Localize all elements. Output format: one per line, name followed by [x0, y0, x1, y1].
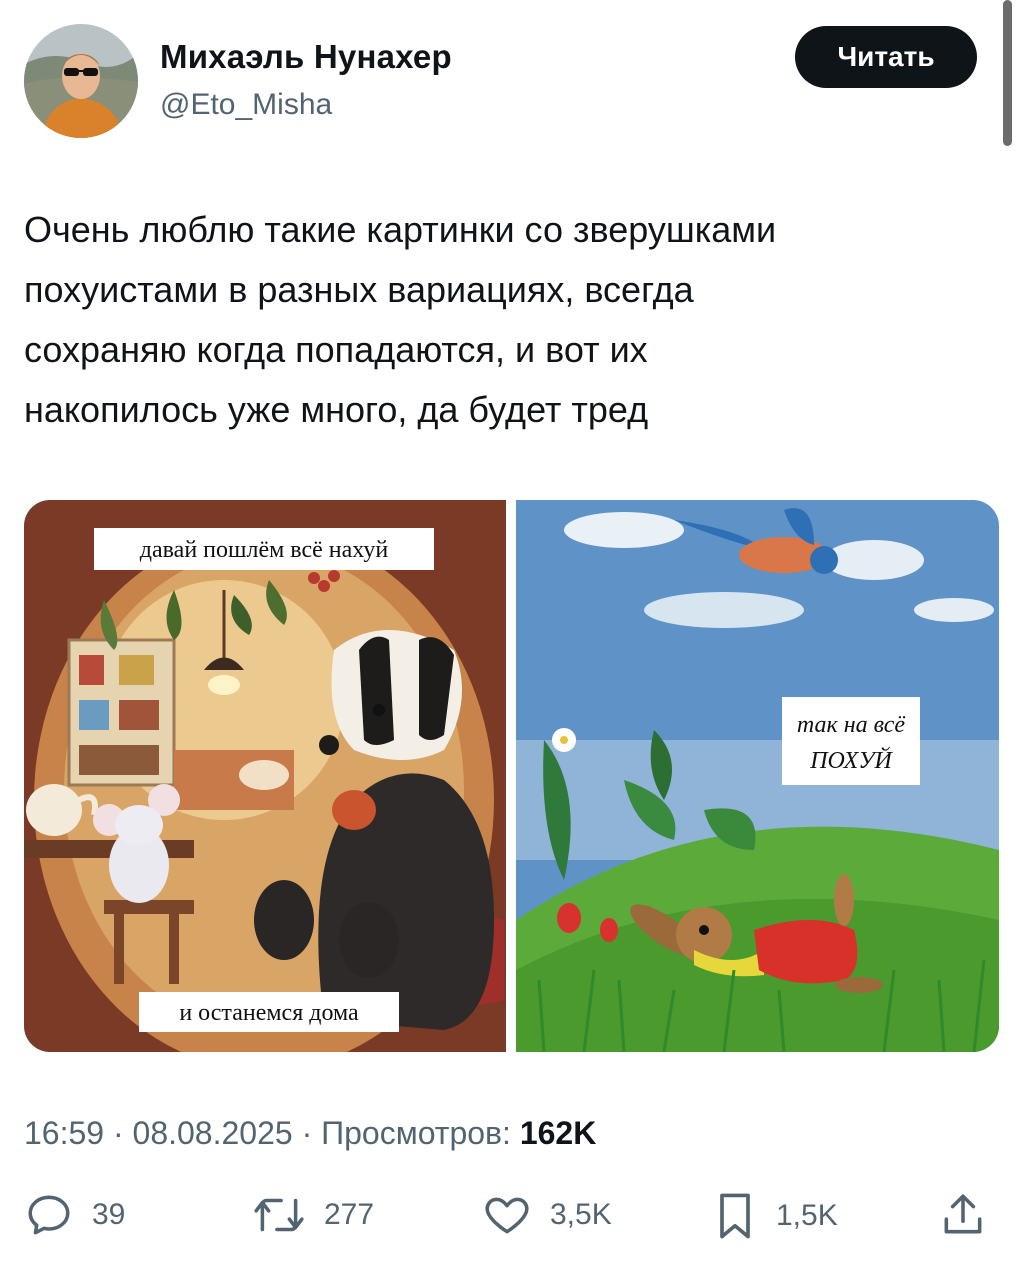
- left-caption-top: давай пошлём всё нахуй: [140, 537, 389, 563]
- reply-icon: [24, 1190, 74, 1240]
- left-caption-bottom: и останемся дома: [179, 1000, 359, 1026]
- right-caption-line2: ПОХУЙ: [809, 747, 893, 774]
- bookmark-icon: [712, 1190, 758, 1242]
- repost-button[interactable]: 277: [252, 1190, 374, 1240]
- bookmark-count: 1,5K: [776, 1199, 838, 1232]
- share-icon: [940, 1190, 986, 1240]
- author-name[interactable]: Михаэль Нунахер: [160, 38, 452, 76]
- share-button[interactable]: [940, 1190, 986, 1240]
- media-image-left[interactable]: давай пошлём всё нахуй и останемся дома: [24, 500, 506, 1052]
- repost-count: 277: [324, 1198, 375, 1231]
- follow-button[interactable]: Читать: [795, 26, 977, 88]
- tweet-meta: 16:59 · 08.08.2025 · Просмотров: 162K: [24, 1115, 596, 1152]
- right-caption-line1: так на всё: [797, 712, 906, 738]
- tweet-date[interactable]: 08.08.2025: [133, 1115, 293, 1151]
- views-label: Просмотров:: [321, 1115, 511, 1151]
- author-handle[interactable]: @Eto_Misha: [160, 88, 332, 122]
- like-count: 3,5K: [550, 1198, 612, 1231]
- reply-button[interactable]: 39: [24, 1190, 125, 1240]
- views-count: 162K: [519, 1115, 597, 1151]
- tweet-time[interactable]: 16:59: [24, 1115, 104, 1151]
- reply-count: 39: [92, 1198, 126, 1231]
- bookmark-button[interactable]: 1,5K: [712, 1190, 838, 1242]
- like-button[interactable]: 3,5K: [482, 1190, 612, 1240]
- avatar[interactable]: [24, 24, 138, 138]
- repost-icon: [252, 1190, 306, 1240]
- scrollbar[interactable]: [1003, 0, 1012, 146]
- tweet-text: Очень люблю такие картинки со зверушками…: [24, 209, 777, 430]
- meta-separator: ·: [301, 1115, 313, 1151]
- media-image-right[interactable]: так на всё ПОХУЙ: [516, 500, 999, 1052]
- tweet-media[interactable]: давай пошлём всё нахуй и останемся дома: [24, 500, 999, 1052]
- like-icon: [482, 1190, 532, 1240]
- meta-separator: ·: [112, 1115, 124, 1151]
- action-bar: 39 277 3,5K 1,5K: [0, 1190, 1021, 1250]
